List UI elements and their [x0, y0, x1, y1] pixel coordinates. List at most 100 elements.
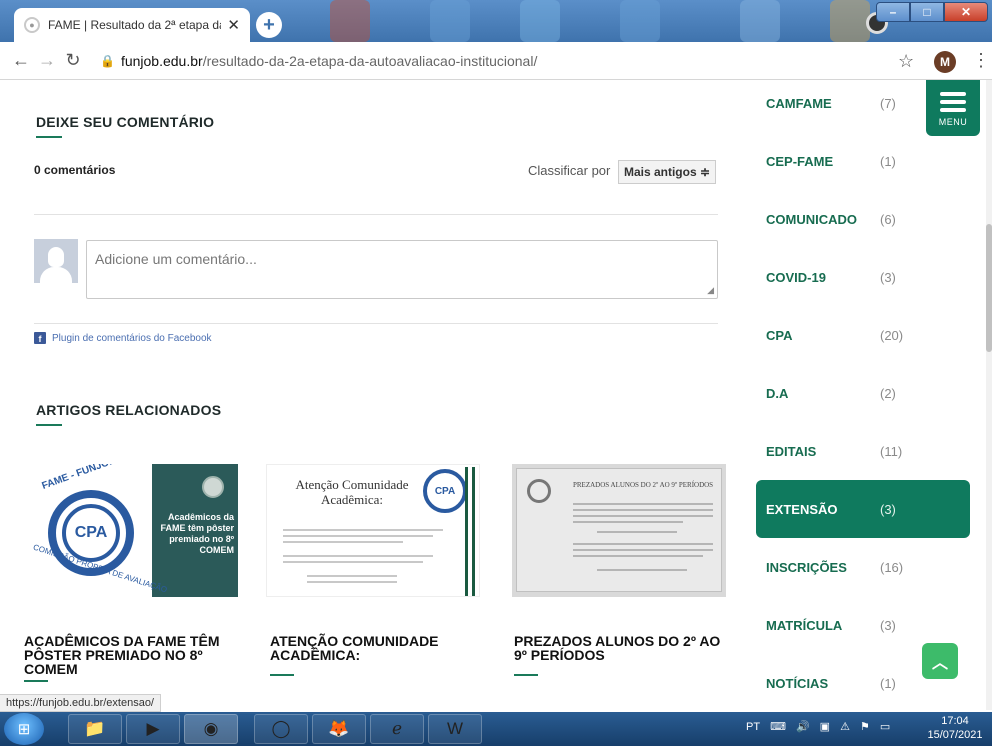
- new-tab-button[interactable]: +: [256, 12, 282, 38]
- category-count: (3): [880, 502, 896, 517]
- network-icon[interactable]: ▣: [820, 720, 830, 733]
- start-button[interactable]: ⊞: [4, 713, 44, 745]
- category-link-noticias[interactable]: NOTÍCIAS: [766, 676, 828, 691]
- clock-time: 17:04: [941, 715, 969, 727]
- background-blur: [330, 0, 370, 42]
- article-title-1[interactable]: ACADÊMICOS DA FAME TÊM PÔSTER PREMIADO N…: [24, 634, 244, 676]
- image-caption: Acadêmicos da FAME têm pôster premiado n…: [160, 512, 234, 555]
- category-link-comunicado[interactable]: COMUNICADO: [766, 212, 857, 227]
- comment-input[interactable]: Adicione um comentário... ◢: [86, 240, 718, 299]
- browser-tab-bar: ● FAME | Resultado da 2ª etapa da ✕ + – …: [0, 0, 992, 42]
- facebook-plugin-link[interactable]: f Plugin de comentários do Facebook: [34, 332, 212, 344]
- menu-button[interactable]: MENU: [926, 80, 980, 136]
- category-link-cep-fame[interactable]: CEP-FAME: [766, 154, 833, 169]
- url-path: /resultado-da-2a-etapa-da-autoavaliacao-…: [202, 52, 538, 69]
- category-count: (11): [880, 444, 903, 459]
- scrollbar-thumb[interactable]: [986, 224, 992, 352]
- article-image-1[interactable]: FAME - FUNJOB CPA COMISSÃO PRÓPRIA DE AV…: [24, 464, 238, 597]
- internet-explorer-icon[interactable]: ℯ: [370, 714, 424, 744]
- firefox-icon[interactable]: 🦊: [312, 714, 366, 744]
- seal-icon: [202, 476, 224, 498]
- monitor-icon[interactable]: ▭: [880, 720, 890, 733]
- category-count: (20): [880, 328, 904, 343]
- minimize-button[interactable]: –: [876, 2, 910, 22]
- flag-icon[interactable]: ⚑: [860, 720, 870, 733]
- background-blur: [430, 0, 470, 42]
- sort-label: Classificar por: [528, 163, 611, 178]
- reload-icon[interactable]: ↻: [60, 50, 86, 71]
- volume-icon[interactable]: 🔊: [796, 720, 810, 733]
- forward-arrow-icon[interactable]: →: [34, 50, 60, 71]
- scroll-to-top-button[interactable]: ︿: [922, 643, 958, 679]
- resize-grip-icon[interactable]: ◢: [707, 285, 714, 296]
- section-underline: [36, 424, 62, 426]
- facebook-icon: f: [34, 332, 46, 344]
- maximize-button[interactable]: □: [910, 2, 944, 22]
- language-indicator[interactable]: PT: [746, 721, 760, 733]
- word-icon[interactable]: W: [428, 714, 482, 744]
- category-link-extensao[interactable]: EXTENSÃO: [766, 502, 838, 517]
- comment-placeholder: Adicione um comentário...: [95, 251, 257, 267]
- window-controls: – □ ✕: [876, 2, 988, 22]
- windows-taskbar: ⊞ 📁 ▶ ◉ ◯ 🦊 ℯ W PT ⌨ 🔊 ▣ ⚠ ⚑ ▭ 17:04 15/…: [0, 712, 992, 746]
- clock-date: 15/07/2021: [927, 729, 983, 741]
- category-link-covid-19[interactable]: COVID-19: [766, 270, 826, 285]
- page-content: DEIXE SEU COMENTÁRIO 0 comentários Class…: [0, 80, 992, 710]
- keyboard-icon[interactable]: ⌨: [770, 720, 786, 733]
- user-avatar-placeholder: [34, 239, 78, 283]
- article-image-2[interactable]: Atenção Comunidade Acadêmica: CPA: [266, 464, 480, 597]
- article-title-3[interactable]: PREZADOS ALUNOS DO 2º AO 9º PERÍODOS: [514, 634, 734, 662]
- divider: [34, 323, 718, 324]
- text-line: [283, 555, 433, 557]
- background-blur: [520, 0, 560, 42]
- browser-menu-icon[interactable]: ⋮: [972, 50, 990, 71]
- category-link-da[interactable]: D.A: [766, 386, 788, 401]
- file-explorer-icon[interactable]: 📁: [68, 714, 122, 744]
- category-count: (16): [880, 560, 904, 575]
- cpa-logo-icon: [527, 479, 551, 503]
- profile-avatar[interactable]: M: [934, 51, 956, 73]
- sort-select[interactable]: Mais antigos ≑: [618, 160, 716, 184]
- title-underline: [514, 674, 538, 676]
- facebook-plugin-label: Plugin de comentários do Facebook: [52, 332, 212, 344]
- comments-count: 0 comentários: [34, 163, 116, 177]
- article-image-3[interactable]: PREZADOS ALUNOS DO 2º AO 9º PERÍODOS: [512, 464, 726, 597]
- section-underline: [36, 136, 62, 138]
- category-count: (1): [880, 676, 896, 691]
- category-link-inscricoes[interactable]: INSCRIÇÕES: [766, 560, 847, 575]
- bookmark-star-icon[interactable]: ☆: [898, 51, 914, 72]
- status-bar-url: https://funjob.edu.br/extensao/: [0, 694, 161, 712]
- category-count: (7): [880, 96, 896, 111]
- url-host: funjob.edu.br: [120, 52, 203, 69]
- text-line: [573, 509, 713, 511]
- media-player-icon[interactable]: ▶: [126, 714, 180, 744]
- category-link-cpa[interactable]: CPA: [766, 328, 792, 343]
- text-line: [283, 529, 443, 531]
- back-arrow-icon[interactable]: ←: [8, 50, 34, 71]
- url-field[interactable]: funjob.edu.br/resultado-da-2a-etapa-da-a…: [121, 53, 537, 69]
- category-count: (3): [880, 618, 896, 633]
- browser-tab-active[interactable]: ● FAME | Resultado da 2ª etapa da ✕: [14, 8, 250, 42]
- lock-icon[interactable]: 🔒: [100, 54, 115, 68]
- chrome-icon[interactable]: ◉: [184, 714, 238, 744]
- page-scrollbar[interactable]: [986, 80, 992, 710]
- category-link-camfame[interactable]: CAMFAME: [766, 96, 832, 111]
- hamburger-icon: [940, 91, 966, 96]
- clock[interactable]: 17:04 15/07/2021: [922, 714, 988, 742]
- background-blur: [830, 0, 870, 42]
- cpa-logo-icon: CPA: [423, 469, 467, 513]
- close-tab-icon[interactable]: ✕: [227, 16, 240, 34]
- category-count: (2): [880, 386, 896, 401]
- hamburger-icon-bar: [940, 107, 966, 112]
- close-window-button[interactable]: ✕: [944, 2, 988, 22]
- category-link-editais[interactable]: EDITAIS: [766, 444, 816, 459]
- text-line: [573, 549, 713, 551]
- alert-icon[interactable]: ⚠: [840, 720, 850, 733]
- text-line: [283, 541, 403, 543]
- category-link-matricula[interactable]: MATRÍCULA: [766, 618, 842, 633]
- opera-icon[interactable]: ◯: [254, 714, 308, 744]
- article-title-2[interactable]: ATENÇÃO COMUNIDADE ACADÊMICA:: [270, 634, 490, 662]
- category-count: (6): [880, 212, 896, 227]
- category-count: (1): [880, 154, 896, 169]
- text-line: [307, 575, 397, 577]
